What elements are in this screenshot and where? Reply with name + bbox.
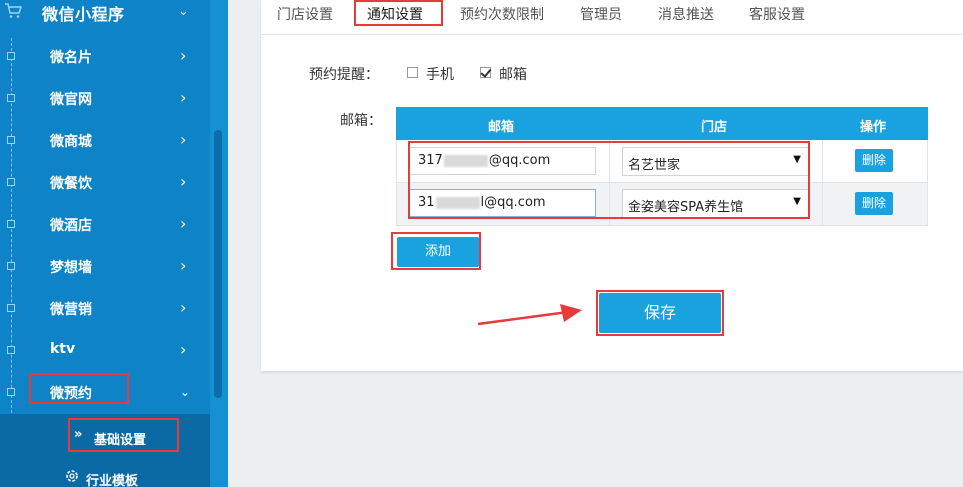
notification-settings-panel: 门店设置 通知设置 预约次数限制 管理员 消息推送 客服设置 预约提醒： 手机 … (261, 0, 963, 372)
chevron-right-icon: › (180, 172, 187, 191)
cell-divider (822, 183, 823, 225)
tab-customer-service[interactable]: 客服设置 (749, 4, 805, 24)
cell-divider (822, 140, 823, 182)
tree-node-icon (7, 178, 15, 186)
chevron-right-icon: › (180, 46, 187, 65)
shopping-cart-icon (5, 3, 22, 18)
chevron-right-icon: › (180, 214, 187, 233)
chevron-right-icon: › (180, 130, 187, 149)
chevron-right-icon: › (180, 88, 187, 107)
checkbox-label: 邮箱 (499, 67, 527, 83)
annotation-box-basic-settings (68, 418, 179, 452)
tree-node-icon (7, 52, 15, 60)
column-header-email: 邮箱 (488, 120, 515, 135)
table-header: 邮箱 门店 操作 (396, 107, 928, 140)
submenu-item-industry-template[interactable]: 行业模板 (0, 460, 210, 487)
chevron-right-icon: › (180, 298, 187, 317)
tree-node-icon (7, 136, 15, 144)
annotation-box-rows (408, 141, 810, 219)
sidebar-item-label: 微名片 (50, 50, 92, 66)
submenu-item-label: 行业模板 (86, 474, 139, 487)
sidebar-item-label: 微营销 (50, 302, 92, 318)
reminder-label: 预约提醒： (309, 67, 379, 83)
sidebar-item-business-card[interactable]: 微名片 › (0, 36, 210, 78)
tab-store-settings[interactable]: 门店设置 (277, 4, 333, 24)
chevron-right-icon: › (180, 256, 187, 275)
email-label: 邮箱： (340, 113, 382, 129)
email-checkbox[interactable]: 邮箱 (480, 66, 540, 83)
tab-booking-limit[interactable]: 预约次数限制 (460, 4, 544, 24)
checkbox-label: 手机 (426, 67, 454, 83)
sidebar-item-ktv[interactable]: ktv › (0, 330, 210, 372)
chevron-down-icon: ⌄ (180, 385, 191, 399)
tab-message-push[interactable]: 消息推送 (658, 4, 714, 24)
sidebar-item-label: 微官网 (50, 92, 92, 108)
sidebar-item-marketing[interactable]: 微营销 › (0, 288, 210, 330)
annotation-box-booking (29, 373, 129, 404)
sidebar-item-label: 微酒店 (50, 218, 92, 234)
column-header-action: 操作 (860, 120, 887, 135)
sidebar-item-official-site[interactable]: 微官网 › (0, 78, 210, 120)
sidebar-header-title: 微信小程序 (42, 5, 125, 24)
tree-node-icon (7, 94, 15, 102)
checkbox-box[interactable] (407, 67, 418, 78)
sidebar-item-label: 微商城 (50, 134, 92, 150)
column-header-store: 门店 (701, 120, 728, 135)
gear-icon (66, 470, 78, 482)
sidebar-item-label: ktv (50, 341, 76, 357)
annotation-box-add (391, 232, 481, 270)
tree-node-icon (7, 304, 15, 312)
annotation-box-save (596, 290, 724, 336)
checkbox-box[interactable] (480, 67, 491, 78)
tree-node-icon (7, 346, 15, 354)
delete-button[interactable]: 删除 (855, 192, 893, 215)
chevron-right-icon: › (180, 340, 187, 359)
sidebar-item-dream-wall[interactable]: 梦想墙 › (0, 246, 210, 288)
annotation-box-notification-tab (354, 0, 443, 26)
sidebar-scrollbar[interactable] (214, 130, 222, 398)
tree-node-icon (7, 262, 15, 270)
phone-checkbox[interactable]: 手机 (407, 66, 467, 83)
delete-button[interactable]: 删除 (855, 149, 893, 172)
annotation-arrow-icon (477, 304, 582, 326)
sidebar-item-hotel[interactable]: 微酒店 › (0, 204, 210, 246)
chevron-down-icon: ⌄ (178, 4, 189, 19)
sidebar-item-label: 微餐饮 (50, 176, 92, 192)
sidebar-item-label: 梦想墙 (50, 260, 92, 276)
sidebar-header[interactable]: 微信小程序 ⌄ (0, 0, 210, 26)
sidebar-item-catering[interactable]: 微餐饮 › (0, 162, 210, 204)
tree-node-icon (7, 220, 15, 228)
tab-administrators[interactable]: 管理员 (580, 4, 622, 24)
sidebar: 微信小程序 ⌄ 微名片 › 微官网 › 微商城 › 微餐饮 › 微酒店 › 梦想… (0, 0, 228, 487)
sidebar-item-mall[interactable]: 微商城 › (0, 120, 210, 162)
tree-node-icon (7, 388, 15, 396)
